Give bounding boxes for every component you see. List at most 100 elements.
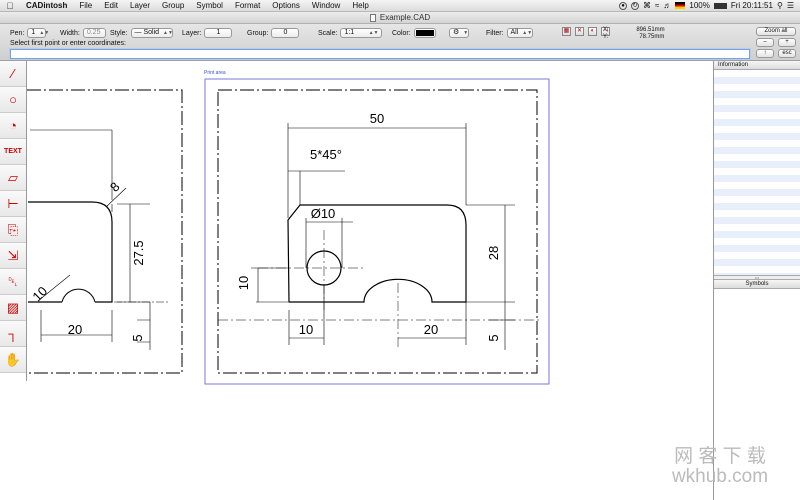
group-value: 0 — [283, 29, 288, 36]
layer-label: Layer: — [182, 29, 202, 37]
left-part-arc — [61, 288, 96, 303]
layer-field[interactable]: 1 — [204, 28, 233, 38]
copy-icon: ⎘ — [7, 221, 19, 237]
window-title: Example.CAD — [379, 13, 431, 22]
menu-symbol[interactable]: Symbol — [190, 0, 229, 12]
command-input[interactable] — [10, 49, 750, 59]
trim-tool-button[interactable]: ⊢ — [0, 191, 26, 217]
line-tool-button[interactable]: ∕ — [0, 61, 26, 87]
menu-format[interactable]: Format — [229, 0, 266, 12]
escape-button[interactable]: esc — [778, 49, 796, 58]
property-toolbar: Pen: 1 ▲▼ Width: 0.25 Style: — Solid ▲▼ La… — [0, 24, 800, 61]
text-tool-button[interactable]: TEXT — [0, 139, 26, 165]
search-icon[interactable]: ⚲ — [777, 1, 783, 10]
move-icon: ⇲ — [7, 247, 19, 263]
color-label: Color: — [392, 29, 411, 37]
flag-icon[interactable] — [675, 2, 686, 9]
time-machine-icon[interactable]: ↻ — [631, 1, 639, 10]
updown-icon: ▲▼ — [368, 30, 379, 36]
apple-icon[interactable]:  — [0, 0, 20, 12]
filter-control: Filter: All ▲▼ — [486, 28, 533, 38]
dim-offset-10: 10 — [299, 322, 313, 337]
bluetooth-icon[interactable]: ⌘ — [643, 1, 651, 10]
circle-tool-button[interactable]: ○ — [0, 87, 26, 113]
scale-select[interactable]: 1:1 ▲▼ — [340, 28, 383, 38]
pen-select[interactable]: 1 ▲▼ — [27, 28, 49, 38]
clock-text[interactable]: Fri 20:11:51 — [731, 1, 773, 10]
snap-circle-icon[interactable]: ◐ — [588, 27, 597, 36]
list-icon[interactable]: ☰ — [787, 1, 794, 10]
zoom-in-button[interactable]: + — [778, 38, 796, 47]
wifi-icon[interactable]: ≈ — [655, 1, 659, 10]
color-control: Color: — [392, 28, 436, 38]
arc-icon: ◔ — [9, 118, 17, 133]
drawing-canvas[interactable]: 50 5*45° Ø10 28 10 10 20 5 20 27.5 5 8 1… — [27, 61, 713, 500]
document-icon — [369, 13, 376, 22]
main-view-frame — [217, 89, 538, 374]
record-icon[interactable]: ● — [619, 1, 627, 10]
zoom-out-button[interactable]: – — [756, 38, 774, 47]
filter-select[interactable]: All ▲▼ — [506, 28, 533, 38]
hand-icon: ✋ — [4, 351, 22, 367]
menu-edit[interactable]: Edit — [98, 0, 124, 12]
left-dim-lines — [30, 129, 151, 350]
pen-control: Pen: 1 ▲▼ — [10, 28, 49, 38]
zoom-previous-button[interactable]: ↑ — [756, 49, 774, 58]
dimension-tool-button[interactable]: ▱ — [0, 165, 26, 191]
right-sidebar: Information ••• Symbols — [713, 61, 800, 500]
layer-control: Layer: 1 — [182, 28, 233, 38]
menu-options[interactable]: Options — [266, 0, 306, 12]
dim-height-28: 28 — [486, 246, 501, 260]
zoom-pair-2: ↑ esc — [756, 49, 796, 60]
dim-chamfer: 5*45° — [310, 147, 342, 162]
watermark-cn: 网 客 下 载 — [674, 446, 766, 467]
menu-window[interactable]: Window — [306, 0, 346, 12]
y-value: 78.75mm — [639, 34, 665, 40]
width-field[interactable]: 0.25 — [82, 28, 106, 38]
style-select[interactable]: — Solid ▲▼ — [130, 28, 173, 38]
menu-help[interactable]: Help — [346, 0, 374, 12]
move-tool-button[interactable]: ⇲ — [0, 243, 26, 269]
x-value: 896.51mm — [636, 27, 665, 33]
x-row: X: 896.51mm — [603, 27, 665, 34]
information-panel — [714, 70, 800, 275]
copy-tool-button[interactable]: ⎘ — [0, 217, 26, 243]
dim-width-20: 20 — [424, 322, 438, 337]
text-icon: TEXT — [4, 148, 22, 155]
hatch-tool-button[interactable]: ▨ — [0, 295, 26, 321]
menu-layer[interactable]: Layer — [124, 0, 156, 12]
battery-icon[interactable] — [713, 2, 727, 9]
updown-icon: ▼ — [463, 30, 469, 36]
app-menu[interactable]: CADintosh — [20, 0, 73, 12]
hatch-icon: ▨ — [6, 299, 20, 315]
tool-palette: ∕ ○ ◔ TEXT ▱ ⊢ ⎘ ⇲ ␡ ▨ ┐ ✋ — [0, 61, 27, 381]
window-title-bar: Example.CAD — [0, 12, 800, 24]
volume-icon[interactable]: ♬ — [663, 1, 671, 10]
zoom-all-button[interactable]: Zoom all — [756, 27, 796, 36]
snap-grid-icon[interactable]: ▦ — [562, 27, 571, 36]
arc-tool-button[interactable]: ◔ — [0, 113, 26, 139]
menu-file[interactable]: File — [73, 0, 98, 12]
snap-cross-icon[interactable]: ✕ — [575, 27, 584, 36]
fillet-icon: ┐ — [8, 326, 18, 341]
filter-value: All — [510, 29, 519, 36]
pan-tool-button[interactable]: ✋ — [0, 347, 26, 373]
gear-menu-button[interactable]: ⚙ ▼ — [449, 28, 469, 38]
delete-tool-button[interactable]: ␡ — [0, 269, 26, 295]
group-field[interactable]: 0 — [271, 28, 300, 38]
menu-group[interactable]: Group — [156, 0, 190, 12]
fillet-tool-button[interactable]: ┐ — [0, 321, 26, 347]
drawing-svg[interactable]: 50 5*45° Ø10 28 10 10 20 5 20 27.5 5 8 1… — [27, 61, 713, 500]
group-label: Group: — [247, 29, 269, 37]
menu-bar:  CADintosh File Edit Layer Group Symbol… — [0, 0, 800, 12]
x-label: X: — [603, 27, 609, 33]
symbols-panel-title: Symbols — [714, 280, 800, 289]
width-label: Width: — [60, 29, 80, 37]
command-prompt: Select first point or enter coordinates: — [10, 40, 126, 47]
color-well[interactable] — [413, 28, 436, 38]
scale-label: Scale: — [318, 29, 338, 37]
left-dim-fillet-8: 8 — [107, 179, 123, 195]
pen-label: Pen: — [10, 29, 25, 37]
scale-control: Scale: 1:1 ▲▼ — [318, 28, 383, 38]
gear-icon: ⚙ — [453, 29, 460, 36]
